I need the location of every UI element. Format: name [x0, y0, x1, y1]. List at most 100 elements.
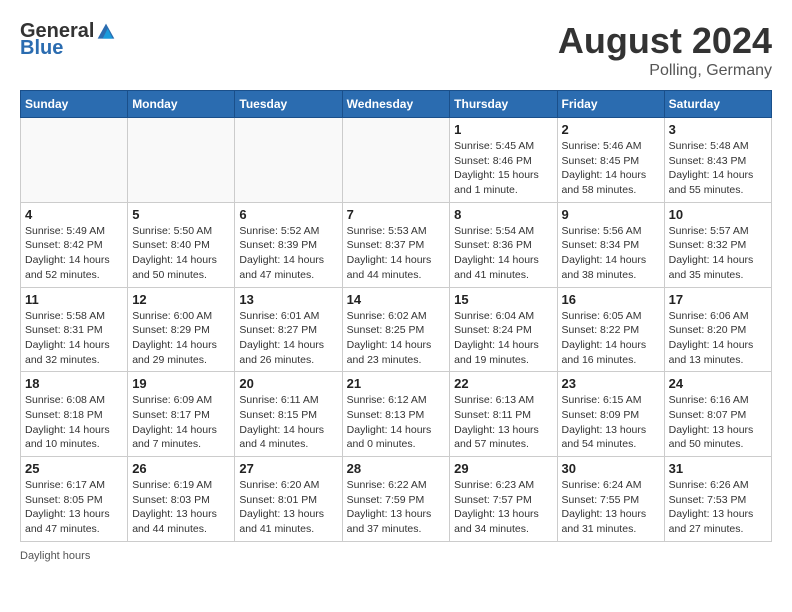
day-info: Sunrise: 6:20 AM Sunset: 8:01 PM Dayligh… — [239, 478, 337, 537]
page-header: General Blue August 2024 Polling, German… — [20, 20, 772, 80]
calendar-cell: 1 Sunrise: 5:45 AM Sunset: 8:46 PM Daylig… — [450, 118, 557, 203]
day-info: Sunrise: 5:52 AM Sunset: 8:39 PM Dayligh… — [239, 224, 337, 283]
calendar-cell: 25 Sunrise: 6:17 AM Sunset: 8:05 PM Dayli… — [21, 457, 128, 542]
day-info: Sunrise: 5:45 AM Sunset: 8:46 PM Dayligh… — [454, 139, 552, 198]
calendar-cell: 14 Sunrise: 6:02 AM Sunset: 8:25 PM Dayli… — [342, 287, 450, 372]
calendar-header-wednesday: Wednesday — [342, 91, 450, 118]
calendar-cell: 9 Sunrise: 5:56 AM Sunset: 8:34 PM Daylig… — [557, 202, 664, 287]
day-info: Sunrise: 6:00 AM Sunset: 8:29 PM Dayligh… — [132, 309, 230, 368]
day-number: 30 — [562, 461, 660, 476]
logo: General Blue — [20, 20, 116, 60]
calendar-cell: 6Sunrise: 5:52 AM Sunset: 8:39 PM Daylig… — [235, 202, 342, 287]
calendar-cell — [21, 118, 128, 203]
day-number: 8 — [454, 207, 552, 222]
calendar-cell: 4Sunrise: 5:49 AM Sunset: 8:42 PM Daylig… — [21, 202, 128, 287]
calendar-cell: 5Sunrise: 5:50 AM Sunset: 8:40 PM Daylig… — [128, 202, 235, 287]
day-number: 11 — [25, 292, 123, 307]
day-info: Sunrise: 6:19 AM Sunset: 8:03 PM Dayligh… — [132, 478, 230, 537]
calendar-header-tuesday: Tuesday — [235, 91, 342, 118]
calendar-cell: 13 Sunrise: 6:01 AM Sunset: 8:27 PM Dayli… — [235, 287, 342, 372]
daylight-hours-label: Daylight hours — [20, 550, 90, 562]
day-info: Sunrise: 5:46 AM Sunset: 8:45 PM Dayligh… — [562, 139, 660, 198]
day-number: 24 — [669, 376, 767, 391]
day-number: 21 — [347, 376, 446, 391]
calendar-header-monday: Monday — [128, 91, 235, 118]
month-title: August 2024 — [558, 20, 772, 62]
footer-note: Daylight hours — [20, 550, 772, 562]
calendar-week-1: 1 Sunrise: 5:45 AM Sunset: 8:46 PM Daylig… — [21, 118, 772, 203]
day-info: Sunrise: 6:12 AM Sunset: 8:13 PM Dayligh… — [347, 393, 446, 452]
day-number: 18 — [25, 376, 123, 391]
day-info: Sunrise: 5:57 AM Sunset: 8:32 PM Dayligh… — [669, 224, 767, 283]
calendar-cell: 12 Sunrise: 6:00 AM Sunset: 8:29 PM Dayli… — [128, 287, 235, 372]
day-info: Sunrise: 6:17 AM Sunset: 8:05 PM Dayligh… — [25, 478, 123, 537]
day-info: Sunrise: 5:48 AM Sunset: 8:43 PM Dayligh… — [669, 139, 767, 198]
day-info: Sunrise: 5:50 AM Sunset: 8:40 PM Dayligh… — [132, 224, 230, 283]
day-number: 20 — [239, 376, 337, 391]
day-info: Sunrise: 5:58 AM Sunset: 8:31 PM Dayligh… — [25, 309, 123, 368]
calendar-week-5: 25 Sunrise: 6:17 AM Sunset: 8:05 PM Dayli… — [21, 457, 772, 542]
day-number: 31 — [669, 461, 767, 476]
day-number: 13 — [239, 292, 337, 307]
day-number: 16 — [562, 292, 660, 307]
calendar-cell: 15 Sunrise: 6:04 AM Sunset: 8:24 PM Dayli… — [450, 287, 557, 372]
day-info: Sunrise: 6:16 AM Sunset: 8:07 PM Dayligh… — [669, 393, 767, 452]
calendar-week-3: 11 Sunrise: 5:58 AM Sunset: 8:31 PM Dayli… — [21, 287, 772, 372]
day-number: 28 — [347, 461, 446, 476]
calendar-cell: 19 Sunrise: 6:09 AM Sunset: 8:17 PM Dayli… — [128, 372, 235, 457]
day-info: Sunrise: 6:05 AM Sunset: 8:22 PM Dayligh… — [562, 309, 660, 368]
calendar-table: SundayMondayTuesdayWednesdayThursdayFrid… — [20, 90, 772, 542]
calendar-cell: 31 Sunrise: 6:26 AM Sunset: 7:53 PM Dayli… — [664, 457, 771, 542]
calendar-cell — [128, 118, 235, 203]
day-number: 17 — [669, 292, 767, 307]
calendar-cell: 29 Sunrise: 6:23 AM Sunset: 7:57 PM Dayli… — [450, 457, 557, 542]
day-number: 29 — [454, 461, 552, 476]
calendar-cell: 11 Sunrise: 5:58 AM Sunset: 8:31 PM Dayli… — [21, 287, 128, 372]
day-number: 25 — [25, 461, 123, 476]
calendar-cell — [235, 118, 342, 203]
day-number: 15 — [454, 292, 552, 307]
day-info: Sunrise: 6:22 AM Sunset: 7:59 PM Dayligh… — [347, 478, 446, 537]
calendar-cell: 28 Sunrise: 6:22 AM Sunset: 7:59 PM Dayli… — [342, 457, 450, 542]
day-number: 1 — [454, 122, 552, 137]
calendar-header-saturday: Saturday — [664, 91, 771, 118]
calendar-cell: 2 Sunrise: 5:46 AM Sunset: 8:45 PM Daylig… — [557, 118, 664, 203]
calendar-cell: 30Sunrise: 6:24 AM Sunset: 7:55 PM Dayli… — [557, 457, 664, 542]
calendar-header-sunday: Sunday — [21, 91, 128, 118]
day-info: Sunrise: 6:23 AM Sunset: 7:57 PM Dayligh… — [454, 478, 552, 537]
day-number: 12 — [132, 292, 230, 307]
calendar-cell: 22 Sunrise: 6:13 AM Sunset: 8:11 PM Dayli… — [450, 372, 557, 457]
day-info: Sunrise: 6:13 AM Sunset: 8:11 PM Dayligh… — [454, 393, 552, 452]
calendar-header-thursday: Thursday — [450, 91, 557, 118]
day-info: Sunrise: 6:26 AM Sunset: 7:53 PM Dayligh… — [669, 478, 767, 537]
calendar-cell: 20Sunrise: 6:11 AM Sunset: 8:15 PM Dayli… — [235, 372, 342, 457]
day-number: 7 — [347, 207, 446, 222]
day-info: Sunrise: 6:06 AM Sunset: 8:20 PM Dayligh… — [669, 309, 767, 368]
location-label: Polling, Germany — [558, 62, 772, 80]
calendar-cell: 10Sunrise: 5:57 AM Sunset: 8:32 PM Dayli… — [664, 202, 771, 287]
day-info: Sunrise: 6:01 AM Sunset: 8:27 PM Dayligh… — [239, 309, 337, 368]
day-number: 19 — [132, 376, 230, 391]
logo-blue-text: Blue — [20, 37, 63, 60]
day-number: 22 — [454, 376, 552, 391]
day-number: 14 — [347, 292, 446, 307]
logo-icon — [96, 22, 116, 42]
day-info: Sunrise: 5:49 AM Sunset: 8:42 PM Dayligh… — [25, 224, 123, 283]
day-info: Sunrise: 6:09 AM Sunset: 8:17 PM Dayligh… — [132, 393, 230, 452]
day-number: 27 — [239, 461, 337, 476]
day-info: Sunrise: 6:02 AM Sunset: 8:25 PM Dayligh… — [347, 309, 446, 368]
day-number: 3 — [669, 122, 767, 137]
calendar-cell: 16 Sunrise: 6:05 AM Sunset: 8:22 PM Dayli… — [557, 287, 664, 372]
day-number: 2 — [562, 122, 660, 137]
calendar-cell: 17 Sunrise: 6:06 AM Sunset: 8:20 PM Dayli… — [664, 287, 771, 372]
calendar-cell: 3 Sunrise: 5:48 AM Sunset: 8:43 PM Daylig… — [664, 118, 771, 203]
day-info: Sunrise: 6:04 AM Sunset: 8:24 PM Dayligh… — [454, 309, 552, 368]
calendar-week-4: 18 Sunrise: 6:08 AM Sunset: 8:18 PM Dayli… — [21, 372, 772, 457]
day-info: Sunrise: 6:08 AM Sunset: 8:18 PM Dayligh… — [25, 393, 123, 452]
calendar-week-2: 4Sunrise: 5:49 AM Sunset: 8:42 PM Daylig… — [21, 202, 772, 287]
calendar-cell: 7Sunrise: 5:53 AM Sunset: 8:37 PM Daylig… — [342, 202, 450, 287]
calendar-cell: 26Sunrise: 6:19 AM Sunset: 8:03 PM Dayli… — [128, 457, 235, 542]
day-info: Sunrise: 5:56 AM Sunset: 8:34 PM Dayligh… — [562, 224, 660, 283]
calendar-cell: 27 Sunrise: 6:20 AM Sunset: 8:01 PM Dayli… — [235, 457, 342, 542]
day-number: 9 — [562, 207, 660, 222]
